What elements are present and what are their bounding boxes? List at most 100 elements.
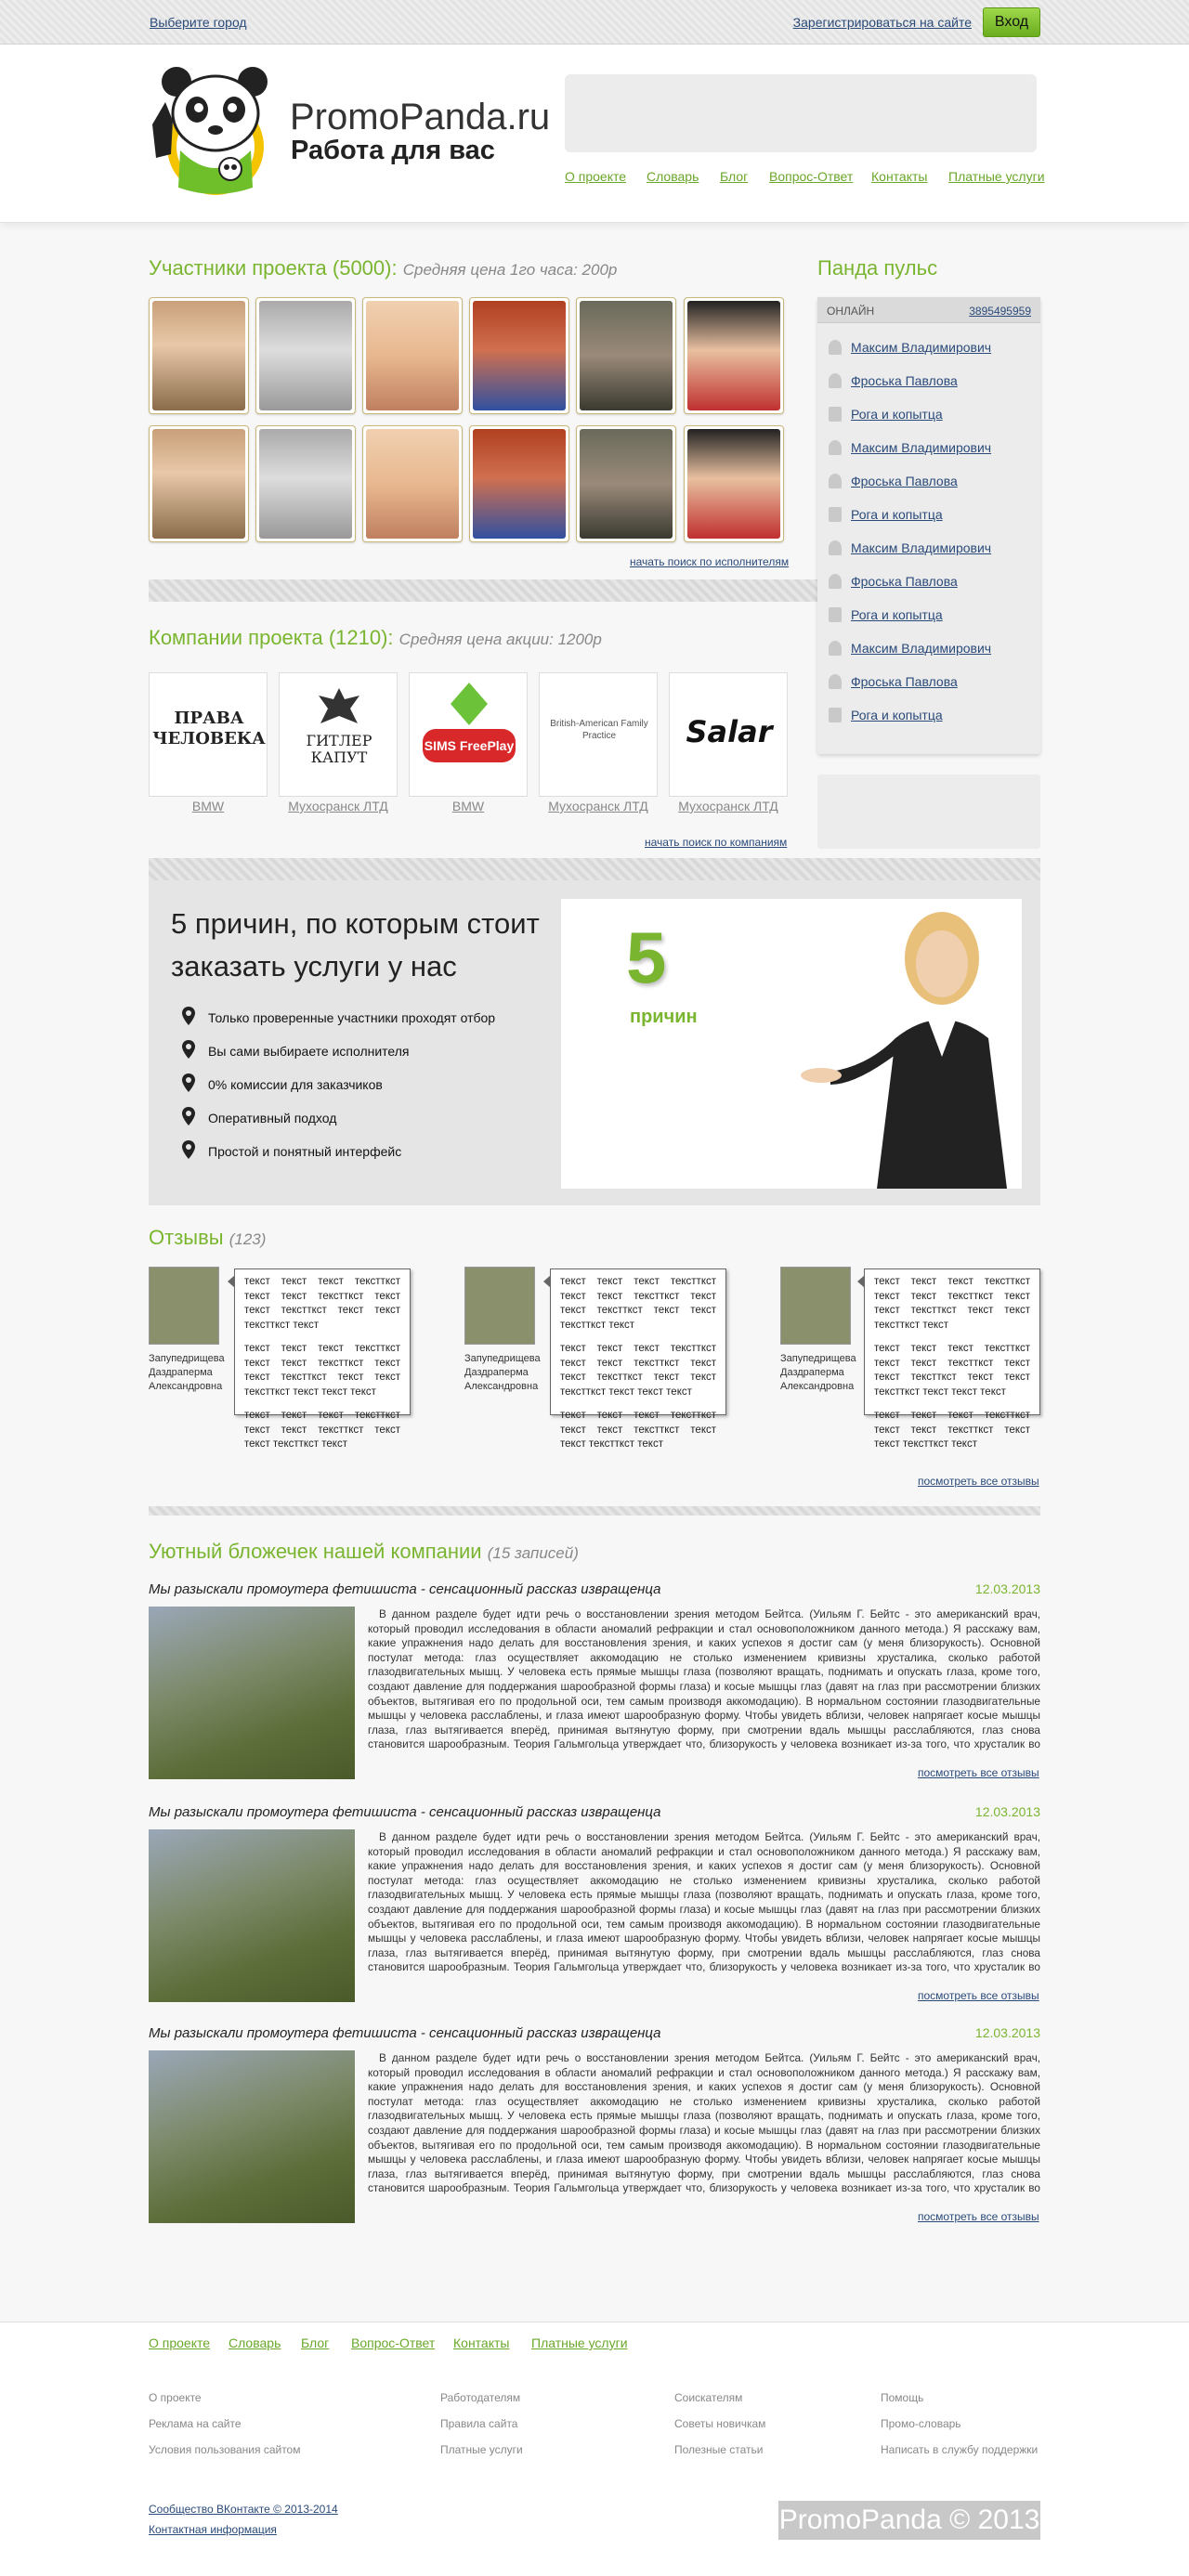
nav-paid-services[interactable]: Платные услуги	[948, 169, 1045, 184]
company-logo-card[interactable]: SIMS FreePlay	[409, 672, 528, 797]
vk-community-link[interactable]: Сообщество ВКонтакте © 2013-2014	[149, 2503, 338, 2516]
pulse-item-link[interactable]: Фроська Павлова	[851, 373, 958, 388]
pulse-item-link[interactable]: Фроська Павлова	[851, 674, 958, 689]
post-read-more-link[interactable]: посмотреть все отзывы	[918, 2210, 1039, 2223]
company-logo-card[interactable]: ПРАВА ЧЕЛОВЕКА	[149, 672, 268, 797]
footer-nav-about[interactable]: О проекте	[149, 2335, 210, 2350]
pulse-item[interactable]: Фроська Павлова	[829, 472, 1033, 490]
review-card: текст текст текст текстткст текст текст …	[857, 1268, 1040, 1450]
footer-link[interactable]: Написать в службу поддержки	[881, 2443, 1038, 2456]
pulse-item-link[interactable]: Максим Владимирович	[851, 440, 991, 455]
participant-photo[interactable]	[576, 297, 676, 414]
participant-photo[interactable]	[469, 297, 569, 414]
choose-city-link[interactable]: Выберите город	[150, 15, 247, 30]
pulse-item-link[interactable]: Фроська Павлова	[851, 474, 958, 488]
nav-blog[interactable]: Блог	[720, 169, 748, 184]
search-companies-link[interactable]: начать поиск по компаниям	[645, 836, 787, 849]
pulse-item[interactable]: Максим Владимирович	[829, 539, 1033, 557]
pulse-item[interactable]: Рога и копытца	[829, 706, 1033, 724]
search-performers-link[interactable]: начать поиск по исполнителям	[630, 555, 789, 568]
reviewer-name: Запупедрищева Даздраперма Александровна	[464, 1353, 541, 1392]
footer-nav-paid-services[interactable]: Платные услуги	[531, 2335, 628, 2350]
login-button[interactable]: Вход	[983, 7, 1040, 37]
pulse-item[interactable]: Фроська Павлова	[829, 672, 1033, 691]
nav-about[interactable]: О проекте	[565, 169, 626, 184]
post-title[interactable]: Мы разыскали промоутера фетишиста - сенс…	[149, 1804, 661, 1820]
company-logo-card[interactable]: British-American Family Practice	[539, 672, 658, 797]
post-image[interactable]	[149, 1829, 355, 2002]
participant-photo[interactable]	[469, 425, 569, 542]
reviewer-name: Запупедрищева Даздраперма Александровна	[149, 1353, 225, 1392]
footer-link[interactable]: О проекте	[149, 2391, 202, 2404]
pulse-item-link[interactable]: Максим Владимирович	[851, 540, 991, 555]
footer-nav-faq[interactable]: Вопрос-Ответ	[351, 2335, 435, 2350]
pulse-item[interactable]: Максим Владимирович	[829, 639, 1033, 657]
participant-photo[interactable]	[255, 425, 356, 542]
reviewer-avatar[interactable]	[149, 1267, 219, 1345]
reviewer-avatar[interactable]	[780, 1267, 851, 1345]
footer-link[interactable]: Полезные статьи	[674, 2443, 763, 2456]
company-logo-card[interactable]: Salar	[669, 672, 788, 797]
company-name-link[interactable]: BMW	[409, 799, 528, 813]
footer-nav-dictionary[interactable]: Словарь	[229, 2335, 281, 2350]
participant-photo[interactable]	[149, 297, 249, 414]
footer-link[interactable]: Правила сайта	[440, 2417, 517, 2430]
pulse-item-link[interactable]: Рога и копытца	[851, 507, 943, 522]
participant-photo[interactable]	[255, 297, 356, 414]
post-read-more-link[interactable]: посмотреть все отзывы	[918, 1989, 1039, 2002]
pulse-item-link[interactable]: Рога и копытца	[851, 708, 943, 722]
footer-link[interactable]: Реклама на сайте	[149, 2417, 242, 2430]
company-logo-card[interactable]: ГИТЛЕР КАПУТ	[279, 672, 398, 797]
panda-logo-icon[interactable]	[149, 65, 273, 201]
all-reviews-link[interactable]: посмотреть все отзывы	[918, 1475, 1039, 1488]
reviewer-avatar[interactable]	[464, 1267, 535, 1345]
post-read-more-link[interactable]: посмотреть все отзывы	[918, 1766, 1039, 1779]
post-title[interactable]: Мы разыскали промоутера фетишиста - сенс…	[149, 2025, 661, 2041]
pulse-item[interactable]: Фроська Павлова	[829, 371, 1033, 390]
nav-faq[interactable]: Вопрос-Ответ	[769, 169, 853, 184]
footer-link[interactable]: Условия пользования сайтом	[149, 2443, 300, 2456]
pulse-item-link[interactable]: Рога и копытца	[851, 407, 943, 422]
company-icon	[829, 407, 842, 422]
pulse-item[interactable]: Рога и копытца	[829, 605, 1033, 624]
participant-photo[interactable]	[362, 297, 463, 414]
company-logo-text: British-American Family Practice	[550, 719, 648, 741]
pulse-item[interactable]: Рога и копытца	[829, 405, 1033, 423]
company-name-link[interactable]: Мухосранск ЛТД	[279, 799, 398, 813]
post-image[interactable]	[149, 1607, 355, 1779]
pulse-item[interactable]: Рога и копытца	[829, 505, 1033, 524]
participant-photo[interactable]	[576, 425, 676, 542]
footer-nav-blog[interactable]: Блог	[301, 2335, 329, 2350]
pulse-item[interactable]: Фроська Павлова	[829, 572, 1033, 591]
footer-link[interactable]: Советы новичкам	[674, 2417, 765, 2430]
pulse-item-link[interactable]: Рога и копытца	[851, 607, 943, 622]
footer-link[interactable]: Помощь	[881, 2391, 923, 2404]
post-title[interactable]: Мы разыскали промоутера фетишиста - сенс…	[149, 1581, 661, 1597]
pulse-item-link[interactable]: Максим Владимирович	[851, 641, 991, 656]
company-name-link[interactable]: BMW	[149, 799, 268, 813]
pulse-item-link[interactable]: Максим Владимирович	[851, 340, 991, 355]
logo-title[interactable]: PromoPanda.ru	[290, 97, 550, 138]
review-card: текст текст текст текстткст текст текст …	[228, 1268, 411, 1450]
footer-link[interactable]: Работодателям	[440, 2391, 520, 2404]
footer-link[interactable]: Платные услуги	[440, 2443, 523, 2456]
participant-photo[interactable]	[684, 297, 784, 414]
participant-photo[interactable]	[362, 425, 463, 542]
contact-info-link[interactable]: Контактная информация	[149, 2523, 277, 2536]
participant-photo[interactable]	[149, 425, 249, 542]
pulse-item[interactable]: Максим Владимирович	[829, 338, 1033, 357]
footer-link[interactable]: Соискателям	[674, 2391, 742, 2404]
company-name-link[interactable]: Мухосранск ЛТД	[539, 799, 658, 813]
footer-link[interactable]: Промо-словарь	[881, 2417, 961, 2430]
company-name-link[interactable]: Мухосранск ЛТД	[669, 799, 788, 813]
online-count-link[interactable]: 3895495959	[969, 305, 1031, 318]
nav-contacts[interactable]: Контакты	[871, 169, 927, 184]
participant-photo[interactable]	[684, 425, 784, 542]
register-link[interactable]: Зарегистрироваться на сайте	[793, 15, 972, 30]
pulse-item[interactable]: Максим Владимирович	[829, 438, 1033, 457]
footer-nav-contacts[interactable]: Контакты	[453, 2335, 509, 2350]
post-image[interactable]	[149, 2050, 355, 2223]
user-icon	[829, 340, 842, 355]
pulse-item-link[interactable]: Фроська Павлова	[851, 574, 958, 589]
nav-dictionary[interactable]: Словарь	[647, 169, 699, 184]
